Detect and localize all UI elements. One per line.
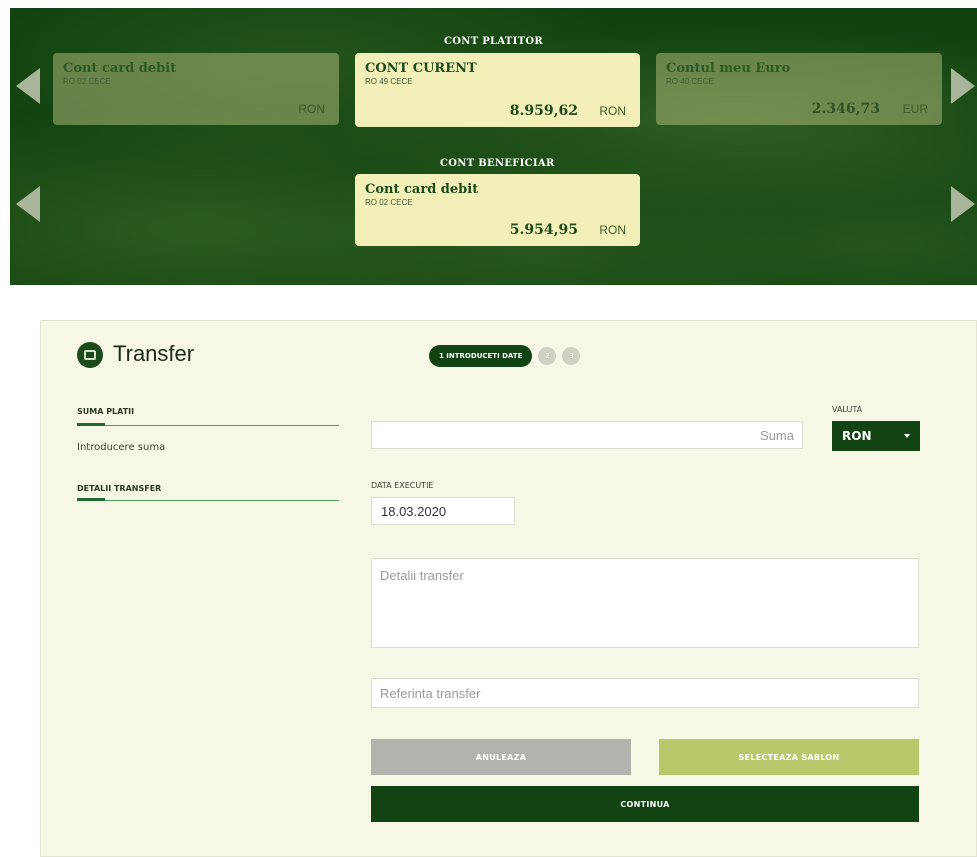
sidebar-accent [77,498,105,501]
currency-label: VALUTA [832,405,863,414]
continue-button[interactable]: CONTINUA [371,786,919,822]
account-name: Cont card debit [63,61,177,76]
payer-prev-arrow-icon[interactable] [16,68,40,104]
account-currency: RON [298,102,325,116]
sidebar-divider [77,500,339,501]
account-iban: RO 49 CECE [365,77,413,86]
beneficiary-section-title: CONT BENEFICIAR [440,158,555,169]
amount-input[interactable]: Suma [371,421,803,449]
chevron-down-icon [904,434,910,438]
currency-value: RON [842,429,872,443]
account-iban: RO 02 CECE [365,198,413,207]
account-balance: 8.959,62 [509,103,578,119]
account-name: CONT CURENT [365,61,477,76]
sidebar-section-amount: SUMA PLATII [77,407,135,416]
step-1-active: 1 INTRODUCETI DATE [429,345,533,367]
payer-next-arrow-icon[interactable] [951,68,975,104]
page: CONT PLATITOR Cont card debit RO 02 CECE… [0,0,977,857]
beneficiary-next-arrow-icon[interactable] [951,186,975,222]
account-name: Contul meu Euro [666,61,791,76]
step-2: 2 [538,347,557,365]
sidebar-accent [77,423,105,426]
step-indicator: 1 INTRODUCETI DATE 2 3 [429,345,581,367]
account-selector-banner: CONT PLATITOR Cont card debit RO 02 CECE… [10,8,977,285]
details-placeholder: Detalii transfer [380,568,464,583]
currency-select[interactable]: RON [832,421,920,451]
payer-section-title: CONT PLATITOR [444,36,543,47]
step-3: 3 [562,347,581,365]
account-currency: RON [599,223,626,237]
cancel-button[interactable]: ANULEAZA [371,739,631,775]
select-template-button[interactable]: SELECTEAZA SABLON [659,739,919,775]
sidebar-section-details: DETALII TRANSFER [77,484,162,493]
beneficiary-prev-arrow-icon[interactable] [16,186,40,222]
amount-placeholder: Suma [760,428,794,443]
account-currency: EUR [902,102,928,116]
account-balance: 5.954,95 [509,222,578,238]
sidebar-amount-text: Introducere suma [77,442,166,453]
page-title: Transfer [113,341,195,366]
account-iban: RO 02 CECE [63,77,111,86]
reference-placeholder: Referinta transfer [380,686,481,701]
beneficiary-account-card[interactable]: Cont card debit RO 02 CECE 5.954,95 RON [355,174,640,246]
execution-date-value: 18.03.2020 [381,504,447,519]
account-currency: RON [599,104,626,118]
account-name: Cont card debit [365,182,479,197]
account-balance: 2.346,73 [811,101,880,117]
execution-date-label: DATA EXECUTIE [371,481,434,490]
transfer-icon [77,342,103,368]
execution-date-input[interactable]: 18.03.2020 [371,497,515,525]
sidebar-divider [77,425,339,426]
payer-account-card-3[interactable]: Contul meu Euro RO 40 CECE 2.346,73 EUR [656,53,942,125]
account-iban: RO 40 CECE [666,77,714,86]
payer-account-card-1[interactable]: Cont card debit RO 02 CECE RON [53,53,339,125]
payer-account-card-selected[interactable]: CONT CURENT RO 49 CECE 8.959,62 RON [355,53,640,127]
transfer-details-textarea[interactable]: Detalii transfer [371,558,919,648]
transfer-reference-input[interactable]: Referinta transfer [371,678,919,708]
transfer-form-panel: Transfer 1 INTRODUCETI DATE 2 3 SUMA PLA… [40,320,977,857]
